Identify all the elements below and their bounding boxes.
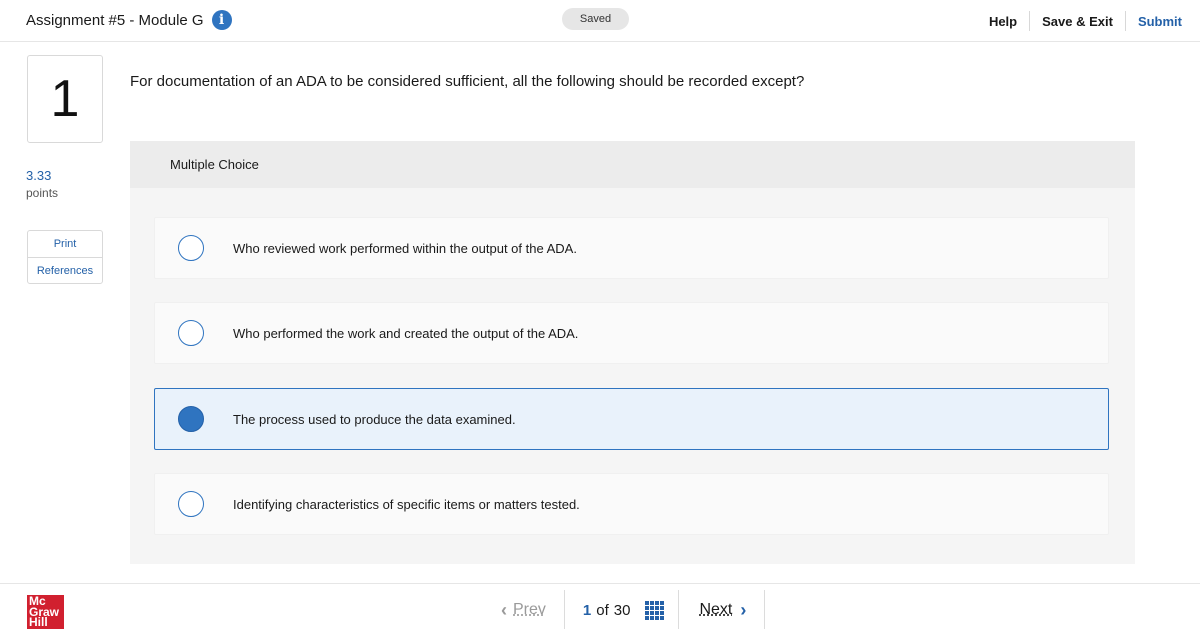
radio-button[interactable] [178,320,204,346]
question-type-bar [130,141,1135,188]
references-link[interactable]: References [28,257,102,283]
question-grid-icon[interactable] [645,600,665,620]
points-value: 3.33 [26,168,52,183]
radio-button[interactable] [178,491,204,517]
answer-option-selected[interactable]: The process used to produce the data exa… [154,388,1109,450]
question-type-label: Multiple Choice [170,157,259,172]
answer-option-text: Who performed the work and created the o… [233,325,579,341]
of-label: of [596,601,609,619]
answer-option[interactable]: Who performed the work and created the o… [154,302,1109,364]
answer-option-text: Who reviewed work performed within the o… [233,240,577,256]
page-indicator[interactable]: 1 of 30 [565,590,679,629]
prev-label: Prev [513,601,546,618]
next-label: Next [699,601,733,618]
help-button[interactable]: Help [977,14,1029,29]
answer-option-text: The process used to produce the data exa… [233,411,516,427]
print-link[interactable]: Print [28,231,102,257]
info-icon[interactable]: i [211,10,232,30]
assignment-title-row: Assignment #5 - Module G i [26,10,232,30]
save-exit-button[interactable]: Save & Exit [1030,14,1125,29]
prev-button[interactable]: ‹ Prev [489,590,564,629]
total-pages: 30 [613,601,631,619]
points-label: points [26,186,59,200]
current-page: 1 [582,601,592,619]
answer-option[interactable]: Who reviewed work performed within the o… [154,217,1109,279]
radio-button[interactable] [178,235,204,261]
chevron-right-icon: › [740,599,747,620]
mcgraw-hill-logo: Mc Graw Hill [27,595,64,629]
top-header: Assignment #5 - Module G i Saved Help Sa… [0,0,1200,42]
pagination-nav: ‹ Prev 1 of 30 Next › [489,590,766,629]
logo-line: Hill [29,615,48,629]
nav-divider [764,590,766,629]
submit-button[interactable]: Submit [1126,14,1182,29]
assignment-title: Assignment #5 - Module G [26,11,204,29]
side-links: Print References [27,230,103,284]
answer-option-text: Identifying characteristics of specific … [233,496,580,512]
radio-button-selected[interactable] [178,406,204,432]
header-actions: Help Save & Exit Submit [977,11,1182,31]
saved-status-badge: Saved [562,8,629,30]
answer-option[interactable]: Identifying characteristics of specific … [154,473,1109,535]
question-text: For documentation of an ADA to be consid… [130,73,805,90]
chevron-left-icon: ‹ [501,599,507,620]
next-button[interactable]: Next › [679,590,764,629]
question-number: 1 [27,55,103,143]
